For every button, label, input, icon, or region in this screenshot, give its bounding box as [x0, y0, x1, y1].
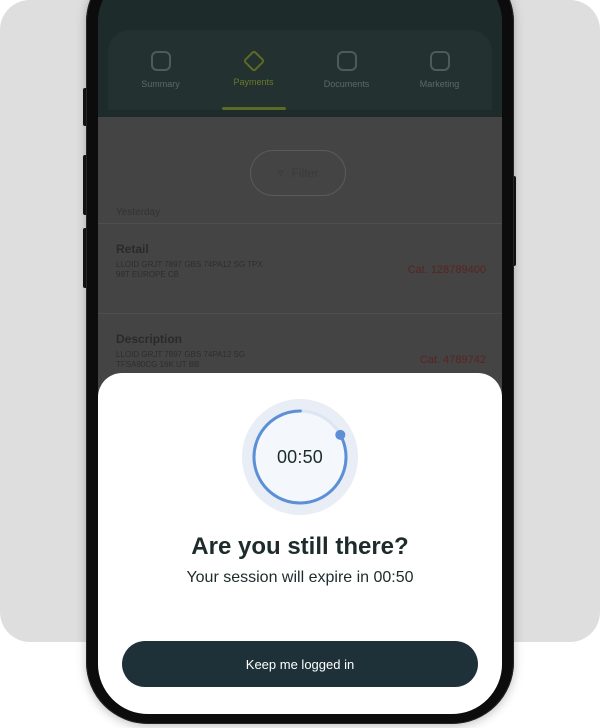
tab-marketing[interactable]: Marketing	[396, 40, 484, 100]
session-timeout-subtitle: Your session will expire in 00:50	[186, 569, 414, 586]
filter-button[interactable]: ▿ Filter	[250, 150, 346, 196]
app-header: Summary Payments Documents Marketing	[98, 0, 502, 117]
list-item-title: Retail	[116, 242, 149, 256]
countdown-time: 00:50	[276, 446, 324, 467]
section-label: Yesterday	[116, 207, 161, 218]
session-timeout-title: Are you still there?	[191, 533, 409, 560]
document-icon	[336, 51, 357, 71]
list-item-description: LLOID GRJT 7897 GBS 74PA12 SG TPX 98T EU…	[116, 260, 263, 279]
stage: Summary Payments Documents Marketing ▿ F…	[0, 0, 600, 728]
list-item-description: LLOID GRJT 7897 GBS 74PA12 SG TFSA90CG 1…	[116, 350, 246, 369]
tab-label: Payments	[233, 77, 274, 87]
app-tabbar: Summary Payments Documents Marketing	[108, 30, 492, 110]
list-item[interactable]: Retail LLOID GRJT 7897 GBS 74PA12 SG TPX…	[98, 223, 502, 313]
tab-label: Documents	[323, 79, 370, 89]
cart-icon	[429, 51, 450, 71]
tab-payments[interactable]: Payments	[210, 40, 298, 110]
transfer-icon	[242, 49, 265, 73]
session-timeout-sheet: 00:50 Are you still there? Your session …	[98, 373, 502, 714]
tab-label: Summary	[141, 79, 180, 89]
filter-icon: ▿	[277, 166, 284, 180]
home-icon	[150, 51, 171, 71]
list-item-title: Description	[116, 332, 183, 346]
countdown-timer: 00:50	[240, 397, 360, 517]
keep-logged-in-button[interactable]: Keep me logged in	[122, 641, 478, 687]
tab-summary[interactable]: Summary	[117, 40, 205, 100]
phone-screen: Summary Payments Documents Marketing ▿ F…	[98, 0, 502, 714]
filter-label: Filter	[291, 166, 319, 180]
tab-label: Marketing	[419, 79, 460, 89]
tab-documents[interactable]: Documents	[303, 40, 391, 100]
list-item-amount: Cat. 128789400	[407, 264, 486, 276]
list-item-amount: Cat. 4789742	[419, 354, 486, 366]
